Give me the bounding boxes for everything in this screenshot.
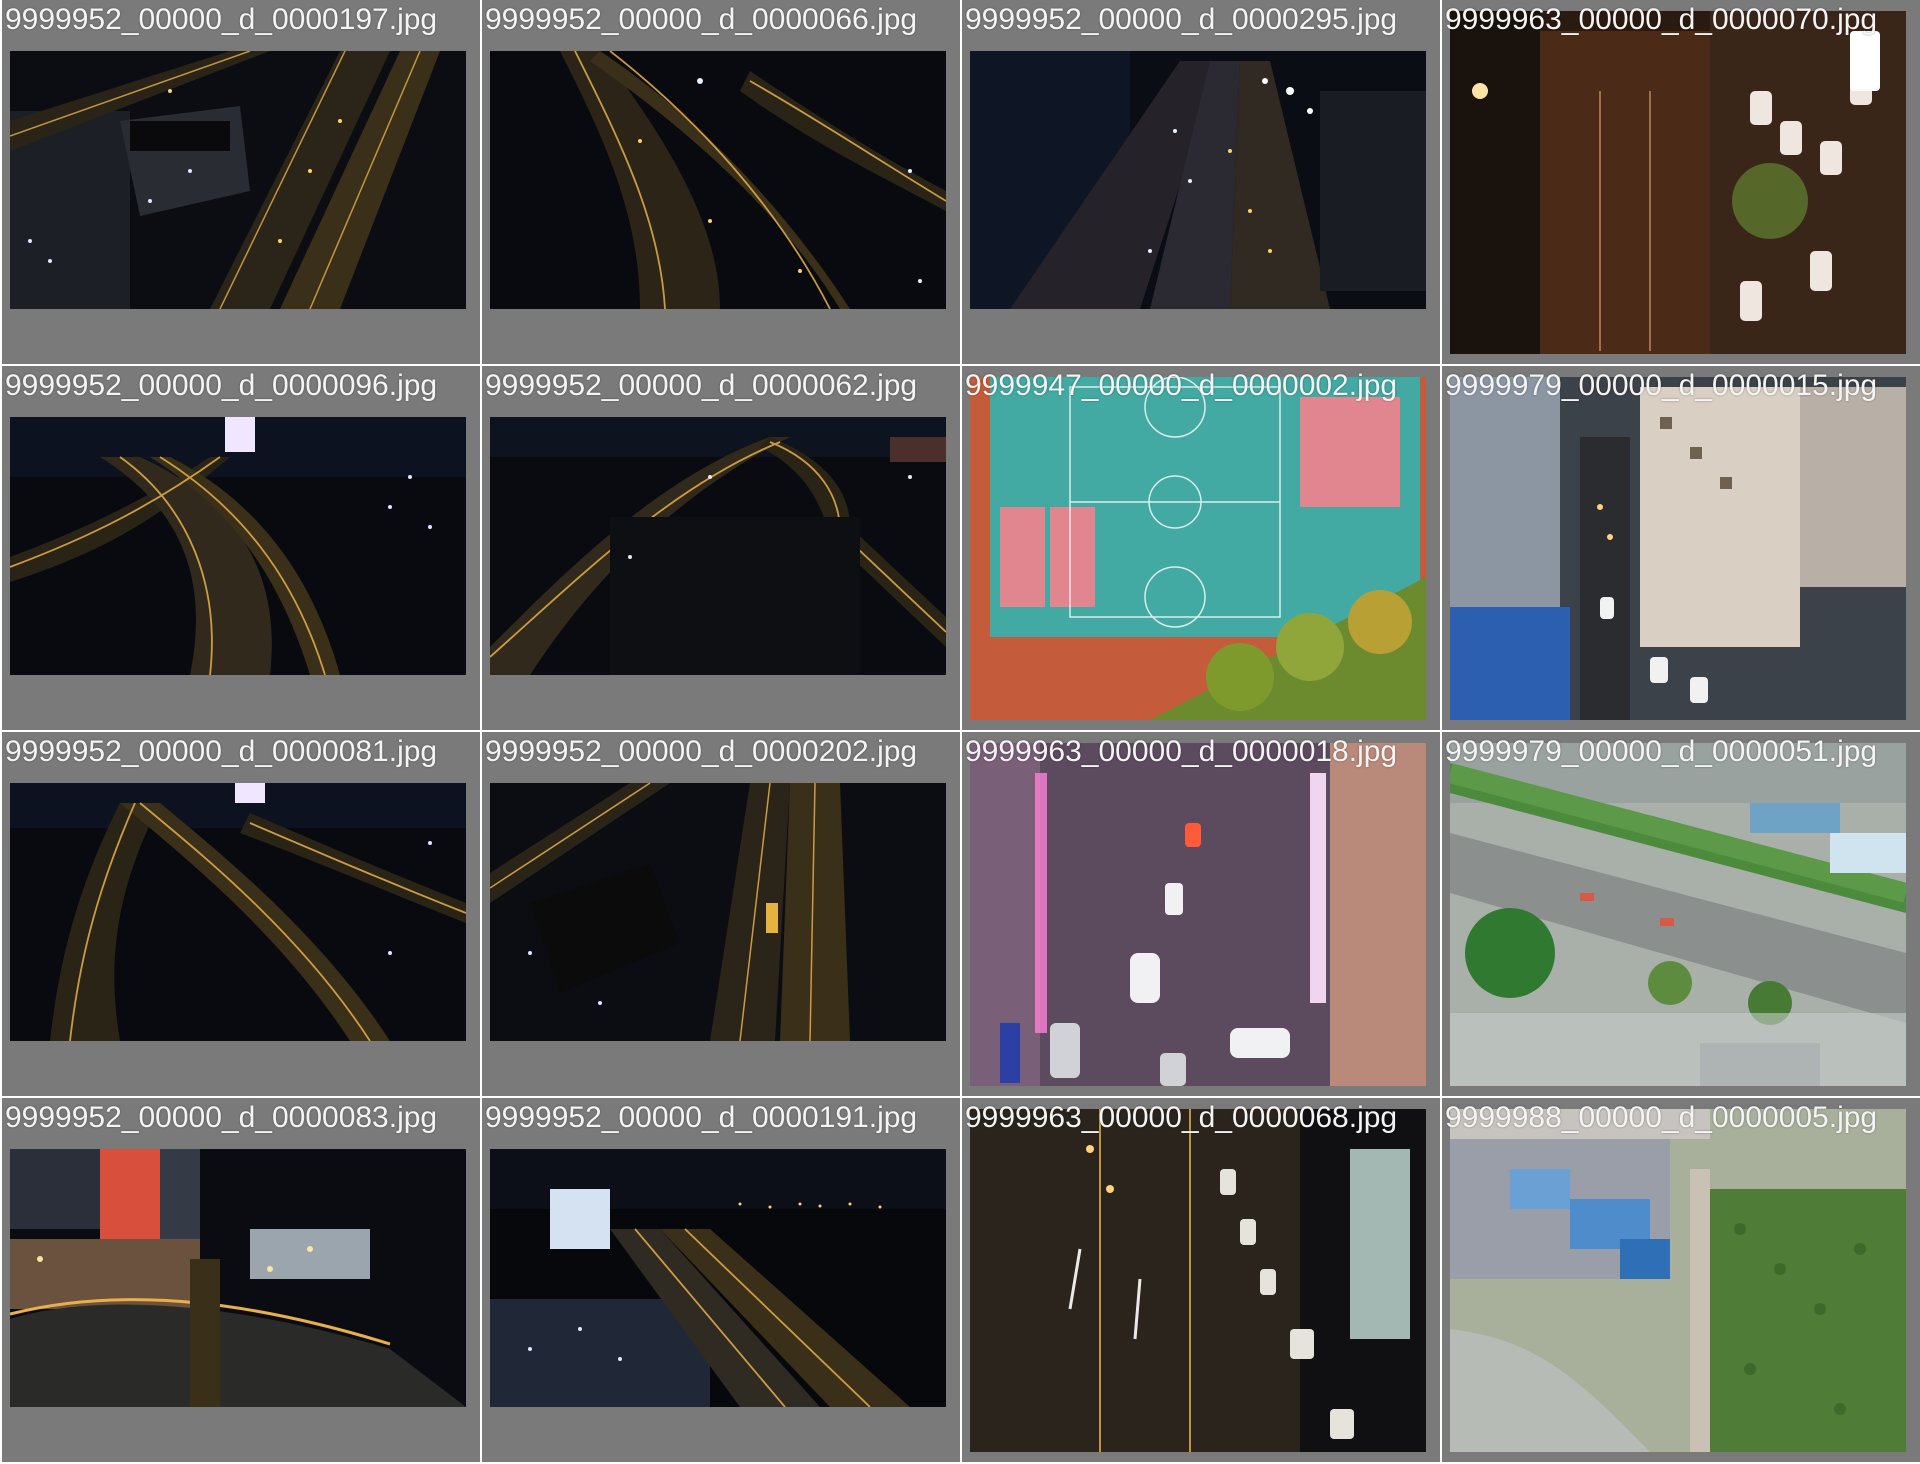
thumbnail-image[interactable] [1450, 11, 1906, 354]
image-tile[interactable]: 9999963_00000_d_0000070.jpg [1442, 0, 1920, 364]
aerial-photo-image [490, 783, 946, 1041]
aerial-photo-image [490, 417, 946, 675]
thumbnail-image[interactable] [970, 743, 1426, 1086]
thumbnail-image[interactable] [1450, 377, 1906, 720]
thumbnail-image[interactable] [490, 51, 946, 309]
thumbnail-image[interactable] [10, 51, 466, 309]
thumbnail-image[interactable] [970, 1109, 1426, 1452]
aerial-photo-image [490, 51, 946, 309]
aerial-photo-image [10, 417, 466, 675]
thumbnail-image[interactable] [970, 51, 1426, 309]
image-tile[interactable]: 9999952_00000_d_0000295.jpg [962, 0, 1440, 364]
image-tile[interactable]: 9999952_00000_d_0000202.jpg [482, 732, 960, 1096]
tile-filename: 9999952_00000_d_0000197.jpg [5, 3, 438, 36]
image-tile[interactable]: 9999952_00000_d_0000083.jpg [2, 1098, 480, 1462]
aerial-photo-image [970, 377, 1426, 720]
image-grid: 9999952_00000_d_0000197.jpg 9999952_0000… [0, 0, 1920, 1464]
tile-filename: 9999963_00000_d_0000018.jpg [965, 735, 1398, 768]
tile-filename: 9999952_00000_d_0000191.jpg [485, 1101, 918, 1134]
aerial-photo-image [970, 1109, 1426, 1452]
aerial-photo-image [490, 1149, 946, 1407]
aerial-photo-image [10, 51, 466, 309]
image-tile[interactable]: 9999952_00000_d_0000081.jpg [2, 732, 480, 1096]
tile-filename: 9999952_00000_d_0000081.jpg [5, 735, 438, 768]
thumbnail-image[interactable] [490, 1149, 946, 1407]
image-tile[interactable]: 9999952_00000_d_0000191.jpg [482, 1098, 960, 1462]
thumbnail-image[interactable] [10, 783, 466, 1041]
image-tile[interactable]: 9999952_00000_d_0000062.jpg [482, 366, 960, 730]
image-tile[interactable]: 9999952_00000_d_0000066.jpg [482, 0, 960, 364]
thumbnail-image[interactable] [1450, 743, 1906, 1086]
thumbnail-image[interactable] [490, 417, 946, 675]
tile-filename: 9999952_00000_d_0000066.jpg [485, 3, 918, 36]
tile-filename: 9999952_00000_d_0000295.jpg [965, 3, 1398, 36]
aerial-photo-image [1450, 11, 1906, 354]
thumbnail-image[interactable] [10, 1149, 466, 1407]
image-tile[interactable]: 9999988_00000_d_0000005.jpg [1442, 1098, 1920, 1462]
tile-filename: 9999952_00000_d_0000062.jpg [485, 369, 918, 402]
thumbnail-image[interactable] [1450, 1109, 1906, 1452]
image-tile[interactable]: 9999979_00000_d_0000051.jpg [1442, 732, 1920, 1096]
aerial-photo-image [10, 783, 466, 1041]
image-tile[interactable]: 9999952_00000_d_0000096.jpg [2, 366, 480, 730]
image-tile[interactable]: 9999963_00000_d_0000018.jpg [962, 732, 1440, 1096]
tile-filename: 9999947_00000_d_0000002.jpg [965, 369, 1398, 402]
tile-filename: 9999952_00000_d_0000096.jpg [5, 369, 438, 402]
tile-filename: 9999963_00000_d_0000070.jpg [1445, 3, 1878, 36]
image-tile[interactable]: 9999952_00000_d_0000197.jpg [2, 0, 480, 364]
tile-filename: 9999979_00000_d_0000015.jpg [1445, 369, 1878, 402]
aerial-photo-image [1450, 1109, 1906, 1452]
tile-filename: 9999952_00000_d_0000083.jpg [5, 1101, 438, 1134]
aerial-photo-image [970, 51, 1426, 309]
image-tile[interactable]: 9999947_00000_d_0000002.jpg [962, 366, 1440, 730]
tile-filename: 9999988_00000_d_0000005.jpg [1445, 1101, 1878, 1134]
thumbnail-image[interactable] [970, 377, 1426, 720]
tile-filename: 9999963_00000_d_0000068.jpg [965, 1101, 1398, 1134]
aerial-photo-image [1450, 743, 1906, 1086]
tile-filename: 9999979_00000_d_0000051.jpg [1445, 735, 1878, 768]
aerial-photo-image [1450, 377, 1906, 720]
image-tile[interactable]: 9999963_00000_d_0000068.jpg [962, 1098, 1440, 1462]
aerial-photo-image [10, 1149, 466, 1407]
thumbnail-image[interactable] [490, 783, 946, 1041]
thumbnail-image[interactable] [10, 417, 466, 675]
tile-filename: 9999952_00000_d_0000202.jpg [485, 735, 918, 768]
aerial-photo-image [970, 743, 1426, 1086]
image-tile[interactable]: 9999979_00000_d_0000015.jpg [1442, 366, 1920, 730]
